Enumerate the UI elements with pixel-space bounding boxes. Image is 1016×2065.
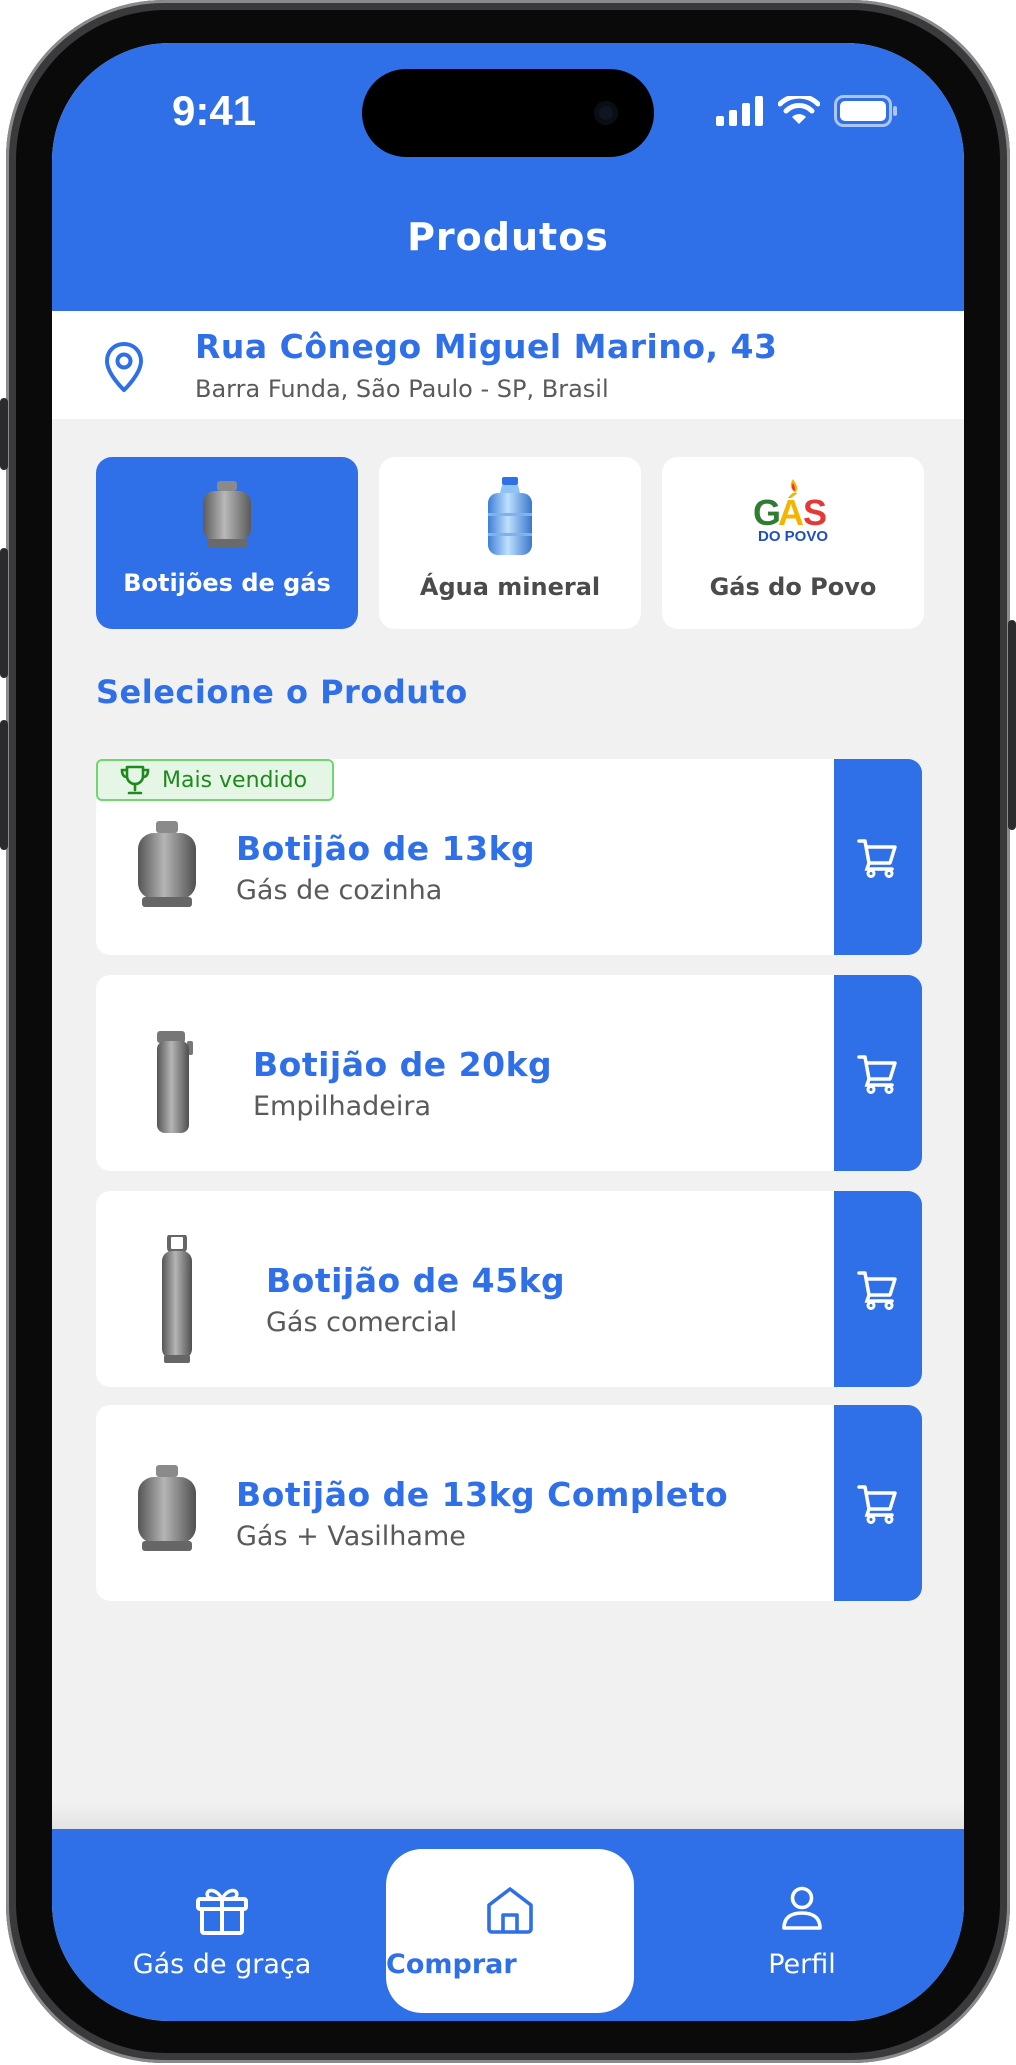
product-card-45kg[interactable]: Botijão de 45kg Gás comercial xyxy=(96,1191,922,1387)
cart-icon xyxy=(857,1055,897,1094)
product-desc: Gás de cozinha xyxy=(236,875,443,906)
side-button-volume-down xyxy=(0,720,8,850)
svg-text:S: S xyxy=(803,492,827,533)
nav-shadow xyxy=(52,1803,964,1829)
logo-subtitle: DO POVO xyxy=(758,528,828,545)
product-name: Botijão de 13kg Completo xyxy=(236,1475,729,1514)
front-camera xyxy=(594,101,618,125)
side-button-volume-up xyxy=(0,548,8,678)
product-card-13kg-completo[interactable]: Botijão de 13kg Completo Gás + Vasilhame xyxy=(96,1405,922,1601)
user-icon xyxy=(782,1886,822,1930)
product-desc: Gás + Vasilhame xyxy=(236,1521,466,1552)
gift-icon xyxy=(196,1888,248,1935)
nav-label: Gás de graça xyxy=(132,1949,312,1980)
trophy-icon xyxy=(120,765,150,795)
product-name: Botijão de 13kg xyxy=(236,829,536,868)
wifi-icon xyxy=(778,96,820,124)
category-agua[interactable]: Água mineral xyxy=(379,457,641,629)
add-to-cart-button[interactable] xyxy=(834,1405,922,1601)
status-icons xyxy=(716,95,898,127)
address-region: Barra Funda, São Paulo - SP, Brasil xyxy=(195,375,609,403)
app-screen: 9:41 Produtos Rua Cônego Miguel Marino, … xyxy=(52,43,964,2021)
nav-comprar[interactable]: Comprar xyxy=(386,1849,634,2013)
category-botijoes[interactable]: Botijões de gás xyxy=(96,457,358,629)
location-pin-icon xyxy=(105,342,143,392)
product-desc: Empilhadeira xyxy=(253,1091,432,1122)
gas-cylinder-icon xyxy=(203,481,251,548)
svg-text:Á: Á xyxy=(778,492,804,533)
water-jug-icon xyxy=(488,477,532,555)
svg-text:G: G xyxy=(753,492,781,533)
add-to-cart-button[interactable] xyxy=(834,1191,922,1387)
gas-do-povo-logo: G Á S DO POVO xyxy=(753,479,828,545)
cart-icon xyxy=(857,839,897,878)
category-label: Botijões de gás xyxy=(123,569,331,597)
gas-cylinder-45kg-image xyxy=(162,1235,192,1363)
nav-gas-de-graca[interactable]: Gás de graça xyxy=(112,1829,332,2021)
cart-icon xyxy=(857,1271,897,1310)
status-time: 9:41 xyxy=(172,87,257,134)
category-label: Gás do Povo xyxy=(709,573,877,601)
dynamic-island xyxy=(362,69,654,157)
battery-icon xyxy=(834,95,897,127)
nav-label: Perfil xyxy=(768,1949,836,1980)
bottom-nav: Gás de graça Comprar Perfil xyxy=(52,1829,964,2021)
app-header: 9:41 Produtos xyxy=(52,43,964,311)
gas-cylinder-13kg-completo-image xyxy=(138,1465,196,1551)
delivery-address[interactable]: Rua Cônego Miguel Marino, 43 Barra Funda… xyxy=(52,311,964,419)
badge-label: Mais vendido xyxy=(162,768,308,793)
category-label: Água mineral xyxy=(419,573,601,601)
gas-cylinder-20kg-image xyxy=(157,1031,193,1133)
add-to-cart-button[interactable] xyxy=(834,975,922,1171)
signal-icon xyxy=(716,96,763,126)
address-street: Rua Cônego Miguel Marino, 43 xyxy=(195,327,778,366)
category-gas-do-povo[interactable]: G Á S DO POVO Gás do Povo xyxy=(662,457,924,629)
product-card-20kg[interactable]: Botijão de 20kg Empilhadeira xyxy=(96,975,922,1171)
product-name: Botijão de 45kg xyxy=(266,1261,566,1300)
product-desc: Gás comercial xyxy=(266,1307,458,1338)
cart-icon xyxy=(857,1485,897,1524)
side-button-power xyxy=(1008,620,1016,830)
page-title: Produtos xyxy=(407,215,609,259)
nav-label: Comprar xyxy=(386,1949,517,1980)
side-button-action xyxy=(0,398,8,470)
home-icon xyxy=(487,1887,533,1934)
section-title: Selecione o Produto xyxy=(96,673,468,711)
product-name: Botijão de 20kg xyxy=(253,1045,553,1084)
nav-perfil[interactable]: Perfil xyxy=(702,1829,902,2021)
add-to-cart-button[interactable] xyxy=(834,759,922,955)
gas-cylinder-13kg-image xyxy=(138,821,196,907)
best-seller-badge: Mais vendido xyxy=(96,759,334,801)
